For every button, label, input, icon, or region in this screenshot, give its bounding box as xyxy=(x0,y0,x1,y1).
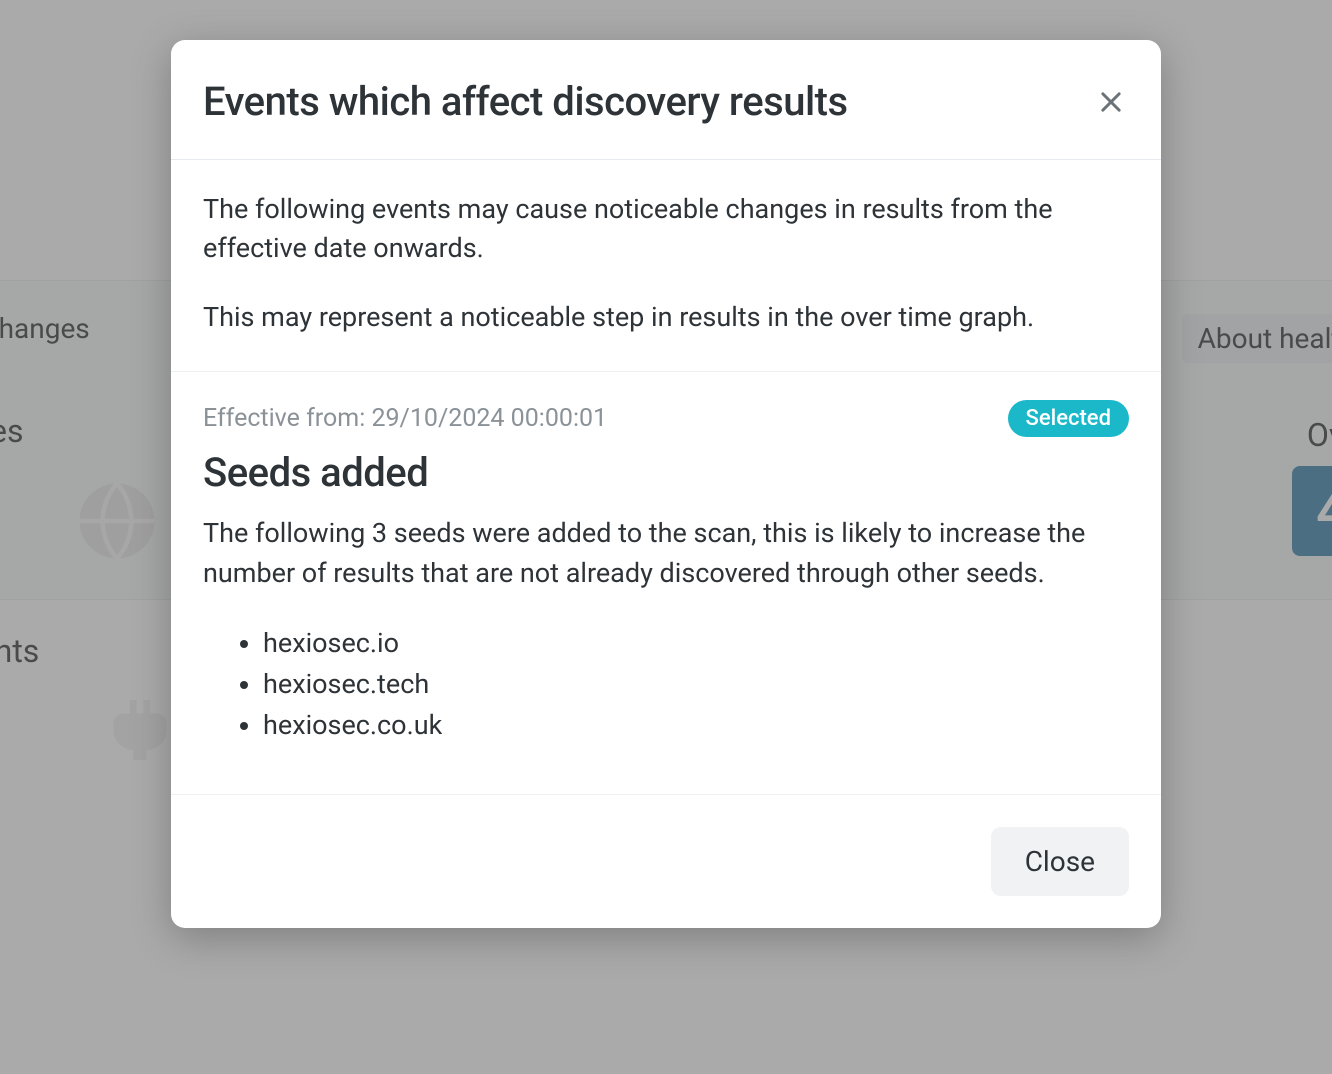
selected-badge: Selected xyxy=(1008,400,1130,437)
list-item: hexiosec.co.uk xyxy=(263,705,1129,746)
events-modal: Events which affect discovery results Th… xyxy=(171,40,1161,928)
event-block: Effective from: 29/10/2024 00:00:01 Sele… xyxy=(171,372,1161,794)
modal-header: Events which affect discovery results xyxy=(171,40,1161,160)
modal-title: Events which affect discovery results xyxy=(203,78,848,125)
effective-date: 29/10/2024 00:00:01 xyxy=(371,404,607,433)
event-description: The following 3 seeds were added to the … xyxy=(203,514,1129,592)
intro-paragraph-1: The following events may cause noticeabl… xyxy=(203,190,1129,268)
modal-footer: Close xyxy=(171,794,1161,928)
event-meta-row: Effective from: 29/10/2024 00:00:01 Sele… xyxy=(203,400,1129,437)
modal-overlay: Events which affect discovery results Th… xyxy=(0,0,1332,1074)
event-heading: Seeds added xyxy=(203,449,1129,496)
list-item: hexiosec.io xyxy=(263,623,1129,664)
effective-prefix: Effective from: xyxy=(203,404,371,433)
intro-paragraph-2: This may represent a noticeable step in … xyxy=(203,298,1129,337)
effective-from-label: Effective from: 29/10/2024 00:00:01 xyxy=(203,404,607,433)
list-item: hexiosec.tech xyxy=(263,664,1129,705)
close-icon-button[interactable] xyxy=(1093,84,1129,120)
modal-intro: The following events may cause noticeabl… xyxy=(171,160,1161,372)
close-icon xyxy=(1097,88,1125,116)
seeds-list: hexiosec.io hexiosec.tech hexiosec.co.uk xyxy=(203,623,1129,746)
close-button[interactable]: Close xyxy=(991,827,1129,896)
